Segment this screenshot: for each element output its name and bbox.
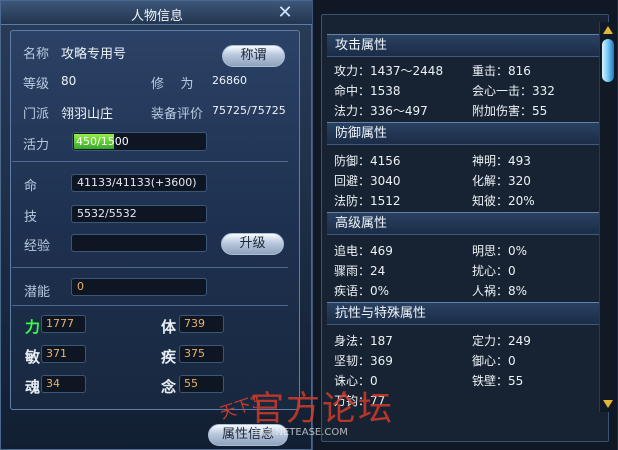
skill-label: 技: [24, 210, 38, 225]
stat-value-power: 1777: [41, 315, 86, 333]
defense-row-2-right: 化解：320: [472, 174, 531, 188]
stat-label-mind: 念: [161, 378, 177, 396]
watermark-brand: 官方论坛: [250, 389, 394, 429]
potential-label: 潜能: [24, 285, 51, 300]
section-advanced-title: 高级属性: [327, 212, 602, 235]
cultivation-value: 26860: [212, 74, 247, 87]
resistance-row-2-left: 坚韧：369: [334, 354, 393, 368]
divider: [12, 305, 288, 306]
potential-field: 0: [71, 278, 207, 296]
window-title: 人物信息: [130, 9, 183, 24]
title-bar: 人物信息 ✕: [1, 1, 313, 25]
scroll-up-icon[interactable]: [603, 26, 613, 34]
resistance-row-3-right: 铁壁：55: [472, 374, 524, 388]
section-defense-title: 防御属性: [327, 122, 602, 145]
section-attack-title: 攻击属性: [327, 34, 602, 57]
watermark-url: TX3.NETEASE.COM: [252, 427, 348, 438]
defense-row-3-right: 知彼：20%: [472, 194, 535, 208]
experience-field: [71, 234, 207, 252]
divider: [12, 161, 288, 162]
name-label: 名称: [23, 47, 50, 62]
stat-label-body: 体: [161, 318, 177, 336]
energy-label: 活力: [23, 138, 50, 153]
defense-row-1-right: 神明：493: [472, 154, 531, 168]
advanced-row-3-left: 疾语：0%: [334, 284, 390, 298]
skill-field: 5532/5532: [71, 205, 207, 223]
title-button[interactable]: 称谓: [222, 45, 285, 67]
character-name: 攻略专用号: [61, 47, 127, 62]
energy-bar: 450/1500: [72, 132, 207, 151]
defense-row-1-left: 防御：4156: [334, 154, 401, 168]
advanced-row-2-right: 扰心：0: [472, 264, 516, 278]
scrollbar-thumb[interactable]: [602, 39, 614, 82]
attack-row-2-right: 会心一击：332: [472, 84, 555, 98]
resistance-row-1-left: 身法：187: [334, 334, 393, 348]
stat-label-power: 力: [25, 318, 41, 336]
cultivation-label: 修 为: [151, 77, 194, 92]
scroll-down-icon[interactable]: [603, 400, 613, 408]
defense-row-2-left: 回避：3040: [334, 174, 401, 188]
forum-watermark: 天下3 官方论坛 TX3.NETEASE.COM: [218, 389, 394, 438]
resistance-row-1-right: 定力：249: [472, 334, 531, 348]
equipment-score-label: 装备评价: [151, 107, 204, 122]
advanced-row-3-right: 人祸：8%: [472, 284, 528, 298]
experience-label: 经验: [24, 239, 51, 254]
attributes-scrollbar[interactable]: [599, 22, 616, 412]
attack-row-3-left: 法力：336～497: [334, 104, 428, 118]
attack-row-3-right: 附加伤害：55: [472, 104, 548, 118]
advanced-row-2-left: 骤雨：24: [334, 264, 386, 278]
defense-row-3-left: 法防：1512: [334, 194, 401, 208]
advanced-row-1-right: 明思：0%: [472, 244, 528, 258]
section-resistance-title: 抗性与特殊属性: [327, 302, 602, 325]
close-icon[interactable]: ✕: [273, 3, 297, 23]
attack-row-1-right: 重击：816: [472, 64, 531, 78]
life-label: 命: [24, 179, 38, 194]
resistance-row-2-right: 御心：0: [472, 354, 516, 368]
level-label: 等级: [23, 77, 50, 92]
stat-value-agility: 371: [41, 345, 86, 363]
stat-label-speed: 疾: [161, 348, 177, 366]
stat-label-soul: 魂: [25, 378, 41, 396]
energy-value: 450/1500: [76, 135, 129, 148]
advanced-row-1-left: 追电：469: [334, 244, 393, 258]
equipment-score-value: 75725/75725: [212, 104, 286, 117]
stat-value-soul: 34: [41, 375, 86, 393]
faction-label: 门派: [23, 107, 50, 122]
level-value: 80: [61, 74, 77, 88]
faction-value: 翎羽山庄: [61, 107, 114, 122]
stat-label-agility: 敏: [25, 348, 41, 366]
life-field: 41133/41133(+3600): [71, 174, 207, 192]
attack-row-2-left: 命中：1538: [334, 84, 401, 98]
stat-value-speed: 375: [179, 345, 224, 363]
divider: [12, 267, 288, 268]
upgrade-button[interactable]: 升级: [221, 233, 284, 255]
attack-row-1-left: 攻力：1437～2448: [334, 64, 444, 78]
stat-value-body: 739: [179, 315, 224, 333]
